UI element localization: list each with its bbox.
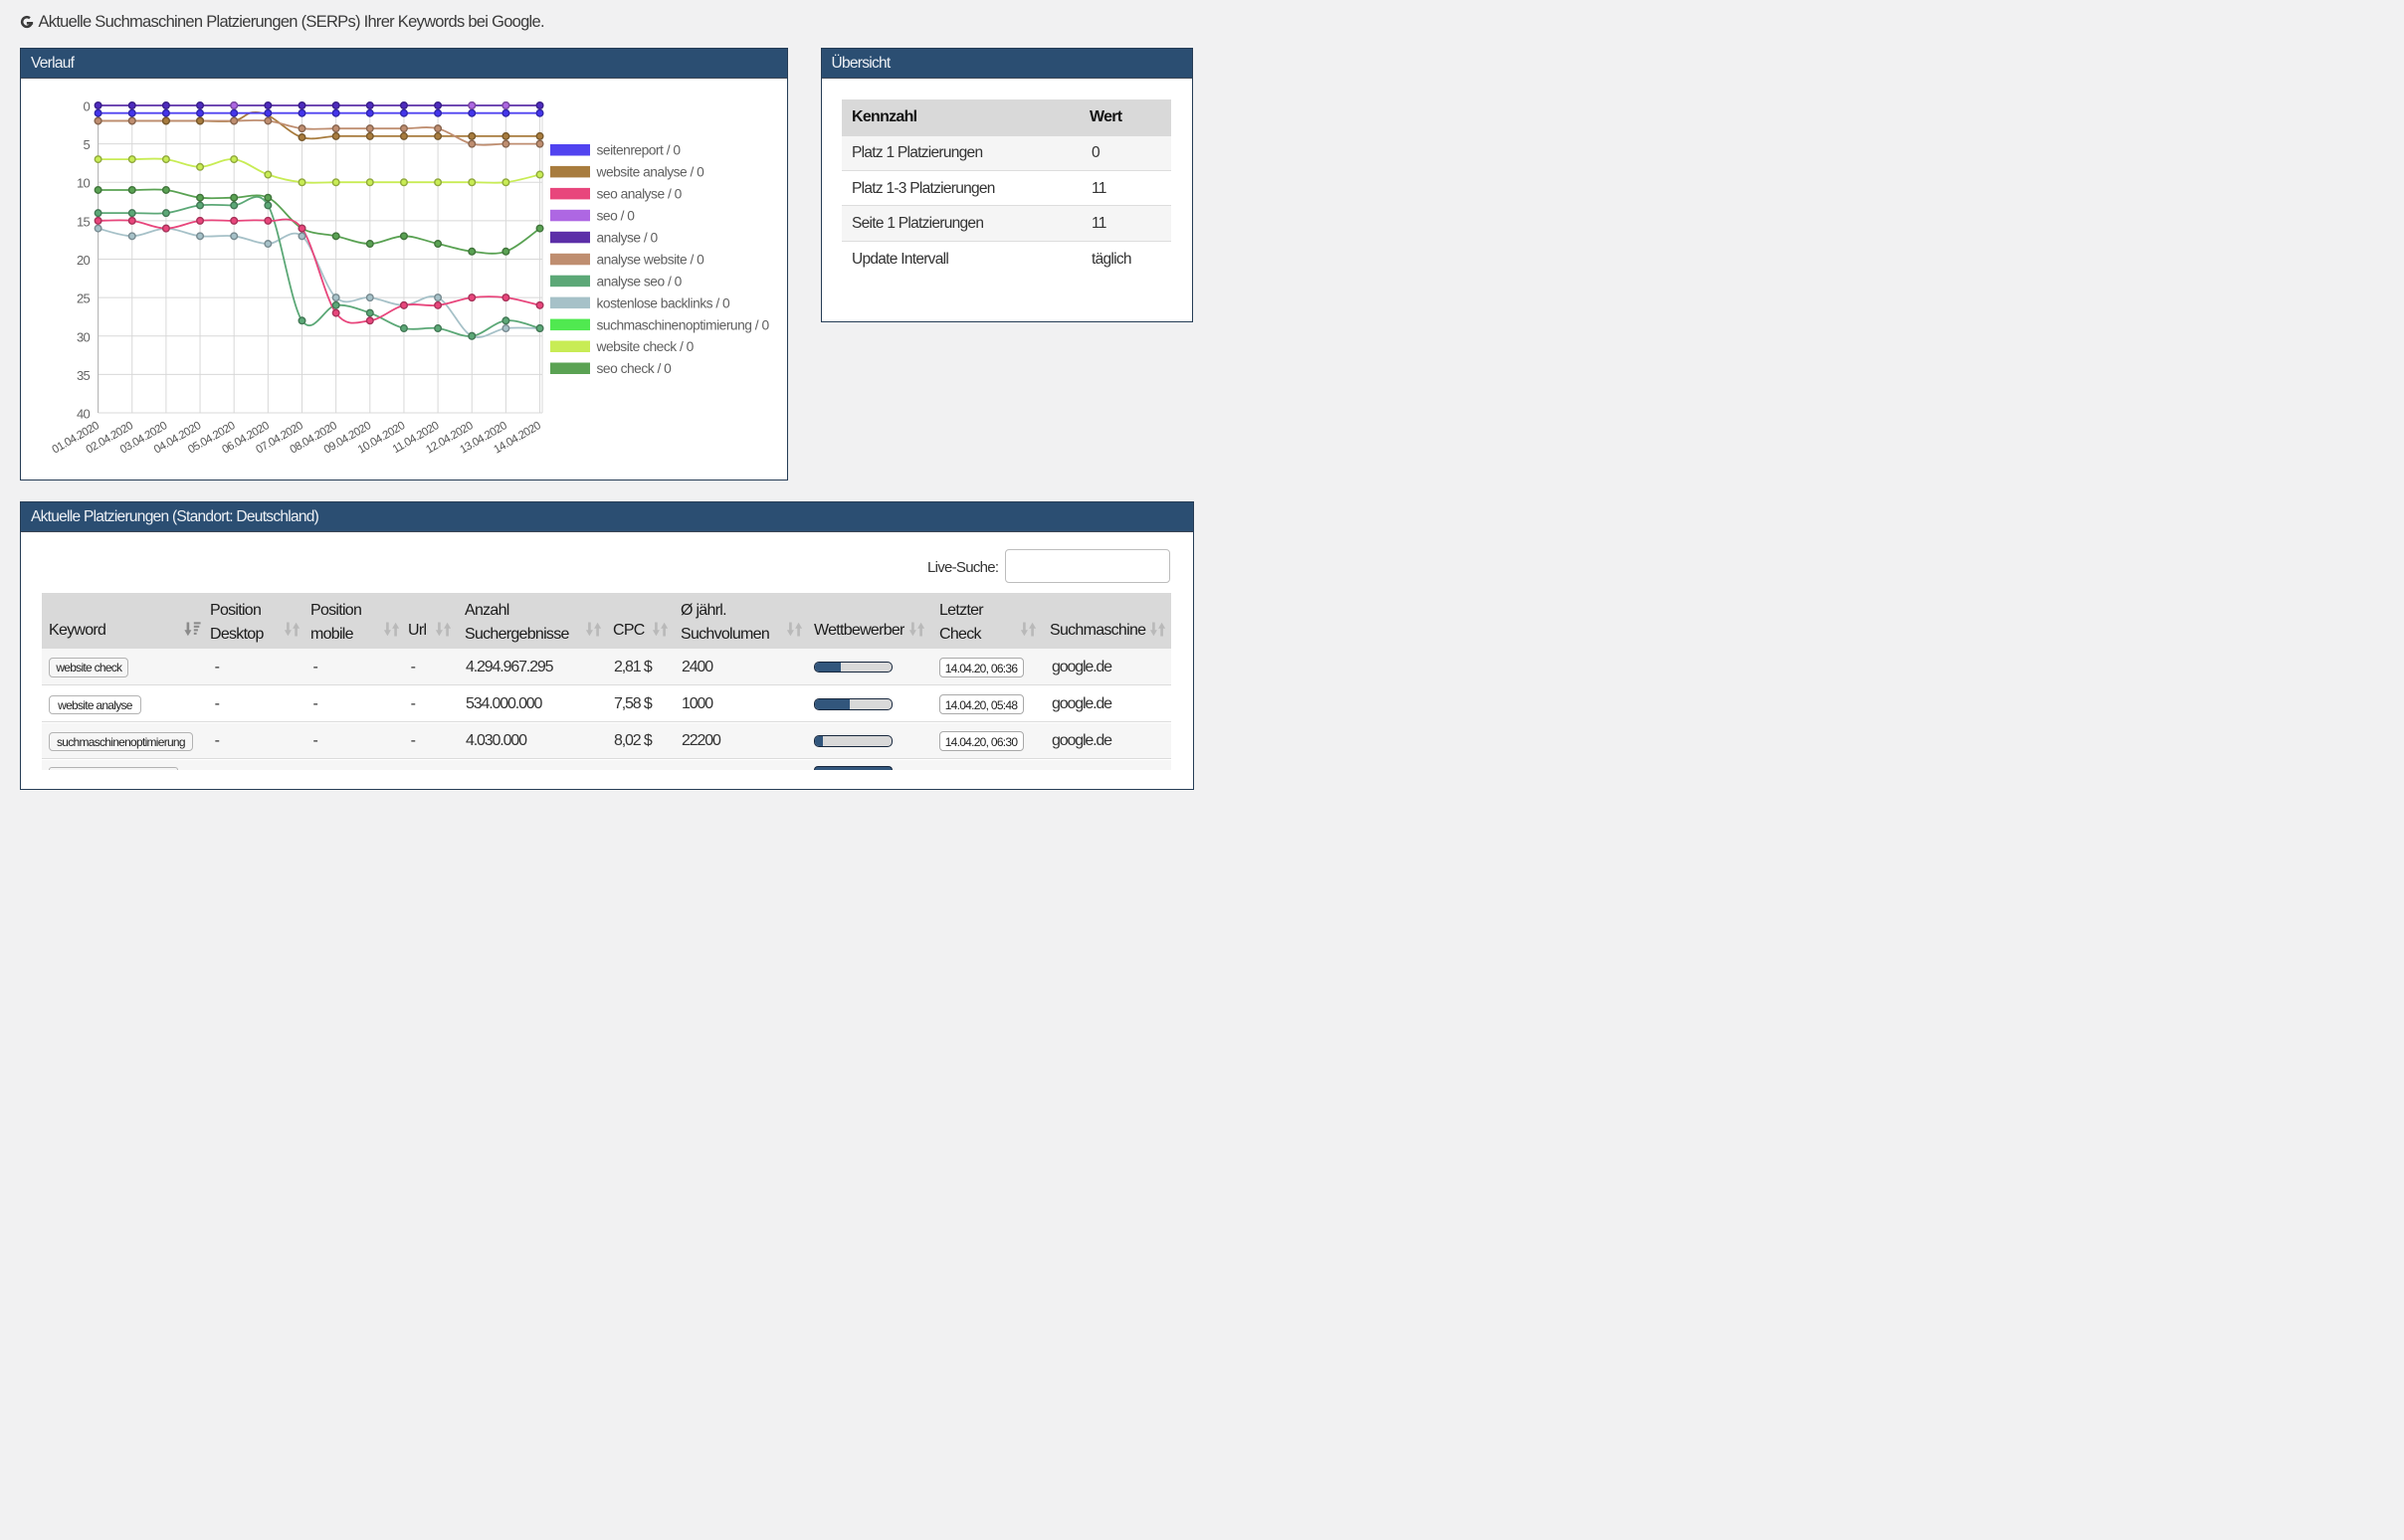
svg-text:15: 15: [77, 214, 91, 229]
svg-text:website analyse / 0: website analyse / 0: [596, 165, 705, 180]
svg-text:seitenreport / 0: seitenreport / 0: [597, 143, 682, 158]
svg-text:40: 40: [77, 407, 91, 422]
svg-text:25: 25: [77, 291, 91, 306]
svg-text:suchmaschinenoptimierung / 0: suchmaschinenoptimierung / 0: [597, 317, 770, 332]
svg-text:0: 0: [83, 99, 90, 114]
svg-text:30: 30: [77, 329, 91, 344]
svg-text:kostenlose backlinks / 0: kostenlose backlinks / 0: [597, 295, 731, 310]
svg-text:analyse website / 0: analyse website / 0: [597, 252, 705, 267]
svg-text:seo analyse / 0: seo analyse / 0: [597, 187, 683, 202]
svg-text:seo / 0: seo / 0: [597, 209, 636, 224]
svg-text:analyse / 0: analyse / 0: [597, 231, 659, 246]
svg-text:website check / 0: website check / 0: [596, 339, 695, 354]
svg-text:5: 5: [83, 137, 90, 152]
svg-text:analyse seo / 0: analyse seo / 0: [597, 274, 683, 289]
svg-text:seo check / 0: seo check / 0: [597, 361, 673, 376]
svg-text:35: 35: [77, 368, 91, 383]
svg-text:10: 10: [77, 176, 91, 191]
svg-text:20: 20: [77, 253, 91, 268]
